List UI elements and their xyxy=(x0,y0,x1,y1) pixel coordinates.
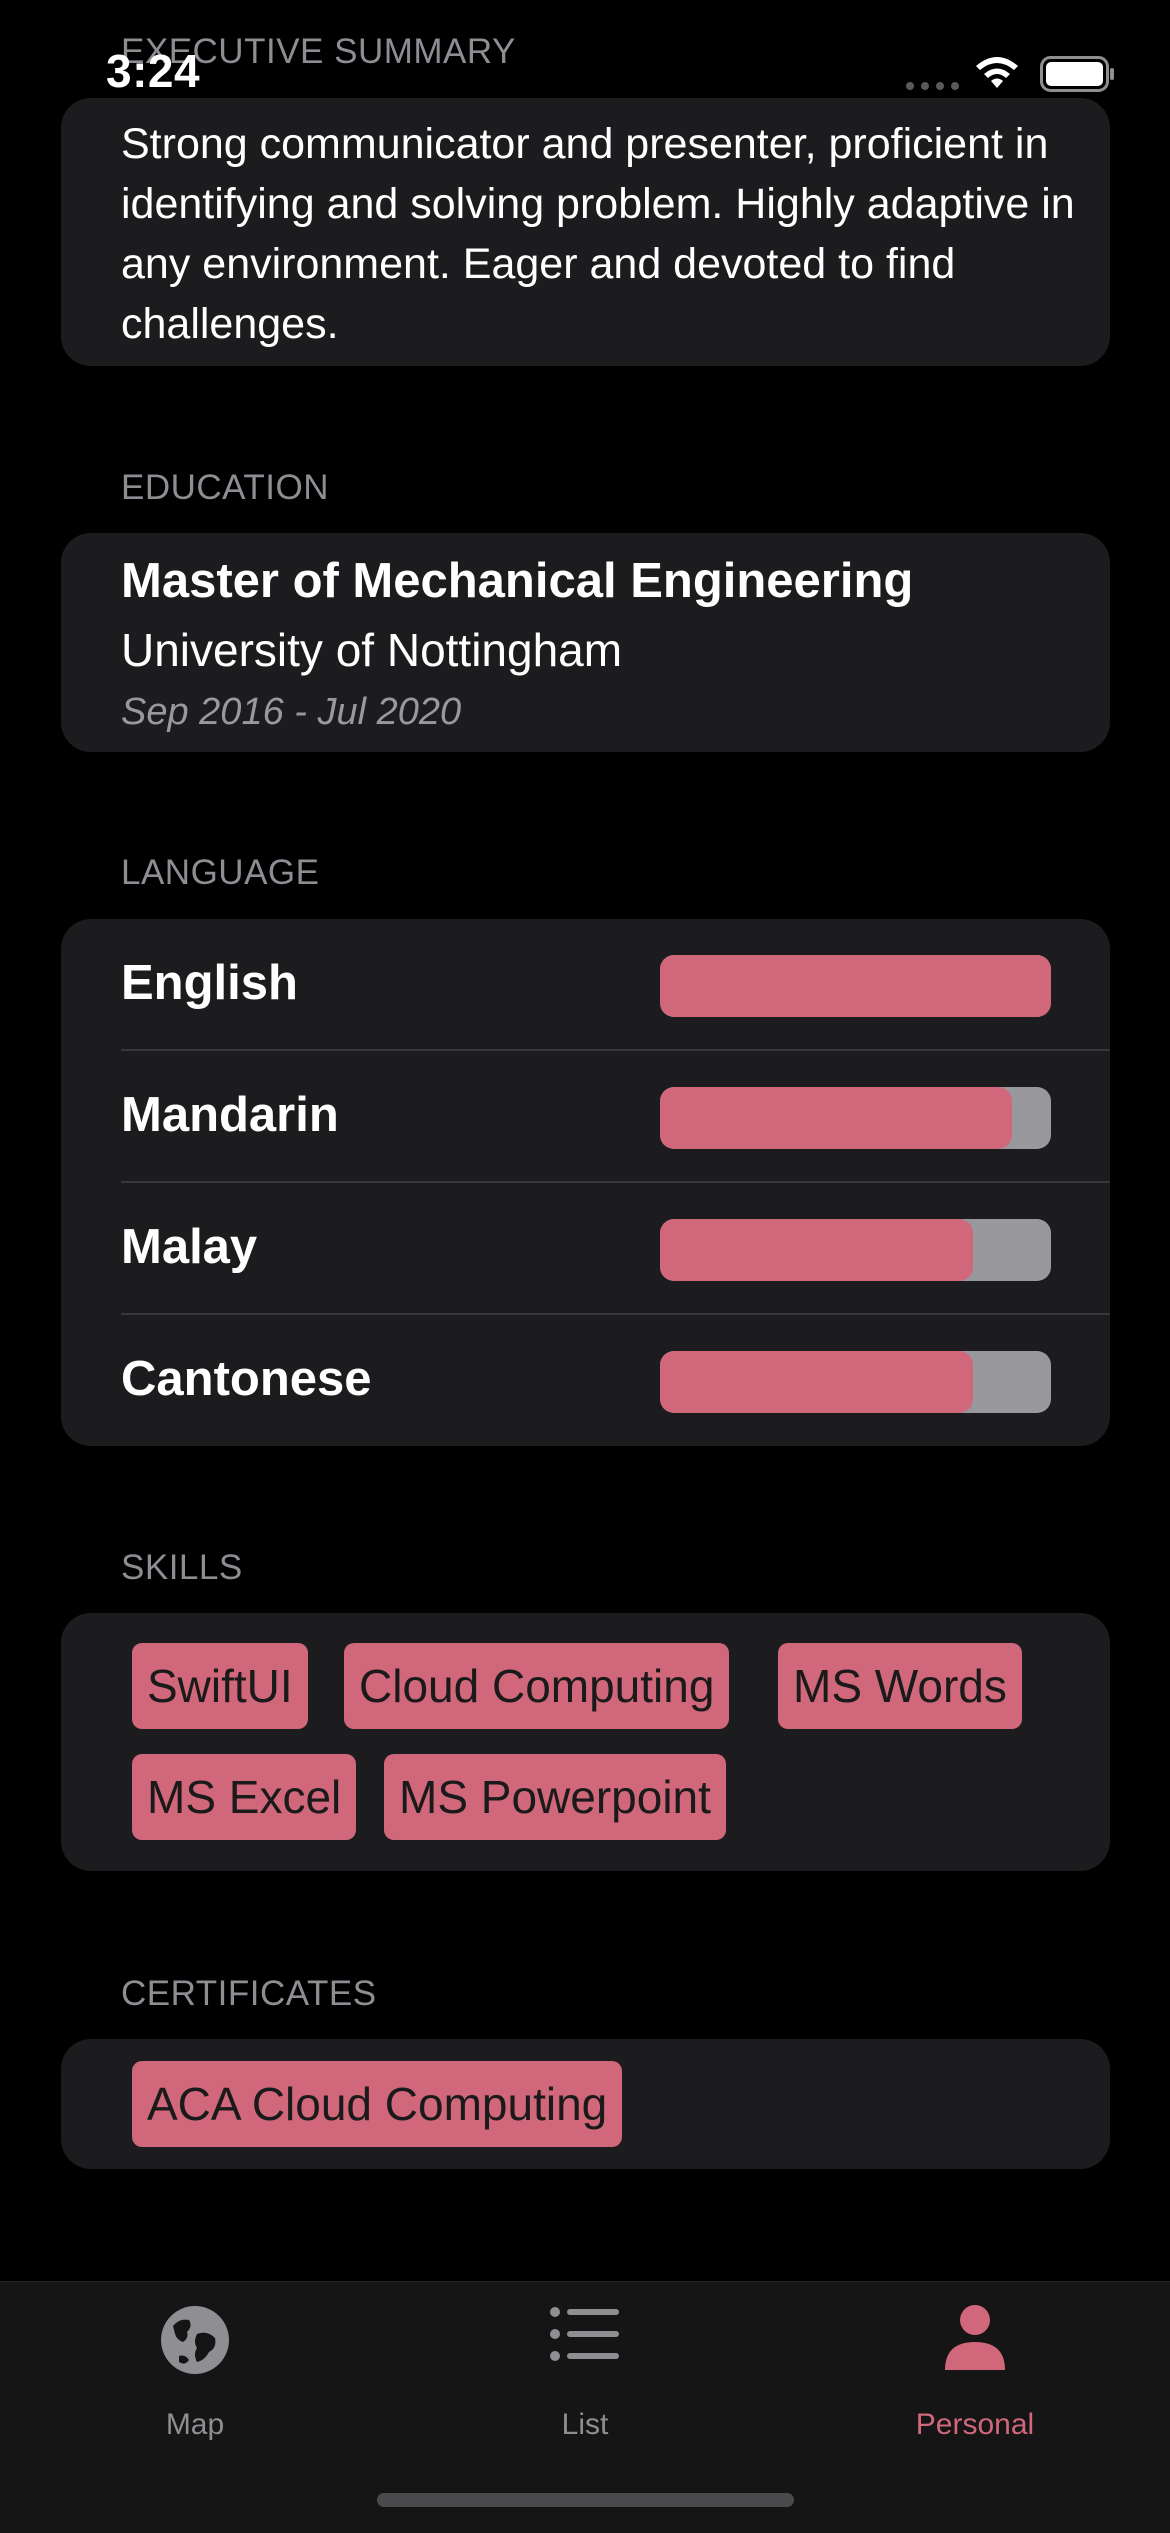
language-header: LANGUAGE xyxy=(121,853,320,892)
status-bar: 3:24 xyxy=(0,0,1170,140)
status-time: 3:24 xyxy=(106,45,201,97)
proficiency-bar xyxy=(660,1219,1051,1281)
skill-tag: MS Words xyxy=(778,1643,1022,1729)
proficiency-bar xyxy=(660,1087,1051,1149)
education-card: Master of Mechanical Engineering Univers… xyxy=(61,533,1110,752)
skill-tag: SwiftUI xyxy=(132,1643,308,1729)
certificate-tag: ACA Cloud Computing xyxy=(132,2061,623,2147)
summary-text: Strong communicator and presenter, profi… xyxy=(121,120,1075,348)
person-icon xyxy=(945,2305,1005,2370)
tab-label: Map xyxy=(165,2408,225,2441)
wifi-icon xyxy=(976,57,1018,88)
list-icon xyxy=(550,2307,619,2361)
cellular-signal-icon xyxy=(906,82,959,90)
study-period: Sep 2016 - Jul 2020 xyxy=(121,691,462,733)
home-indicator xyxy=(377,2493,794,2507)
language-name: Cantonese xyxy=(121,1352,372,1406)
tab-label: List xyxy=(561,2408,609,2441)
proficiency-fill xyxy=(660,1219,973,1281)
language-card: English Mandarin Malay Cantonese xyxy=(61,919,1110,1446)
skill-tag: Cloud Computing xyxy=(344,1643,730,1729)
degree-title: Master of Mechanical Engineering xyxy=(121,554,914,608)
language-row: English xyxy=(61,919,1110,1051)
tab-list[interactable]: List xyxy=(390,2282,780,2442)
language-name: Mandarin xyxy=(121,1088,339,1142)
tab-label: Personal xyxy=(915,2408,1035,2441)
proficiency-fill xyxy=(660,955,1051,1017)
skills-card: SwiftUI Cloud Computing MS Words MS Exce… xyxy=(61,1613,1110,1871)
language-name: English xyxy=(121,956,298,1010)
globe-icon xyxy=(161,2306,229,2374)
language-name: Malay xyxy=(121,1220,258,1274)
language-row: Malay xyxy=(61,1183,1110,1315)
proficiency-bar xyxy=(660,1351,1051,1413)
proficiency-fill xyxy=(660,1087,1012,1149)
tab-personal[interactable]: Personal xyxy=(780,2282,1170,2442)
university-name: University of Nottingham xyxy=(121,624,623,676)
certificates-card: ACA Cloud Computing xyxy=(61,2039,1110,2169)
skills-header: SKILLS xyxy=(121,1548,243,1587)
proficiency-fill xyxy=(660,1351,973,1413)
battery-icon xyxy=(1040,56,1114,92)
language-row: Cantonese xyxy=(61,1315,1110,1447)
skill-tag: MS Excel xyxy=(132,1754,357,1840)
education-header: EDUCATION xyxy=(121,468,330,507)
proficiency-bar xyxy=(660,955,1051,1017)
language-row: Mandarin xyxy=(61,1051,1110,1183)
skill-tag: MS Powerpoint xyxy=(384,1754,726,1840)
tab-map[interactable]: Map xyxy=(0,2282,390,2442)
certificates-header: CERTIFICATES xyxy=(121,1974,377,2013)
